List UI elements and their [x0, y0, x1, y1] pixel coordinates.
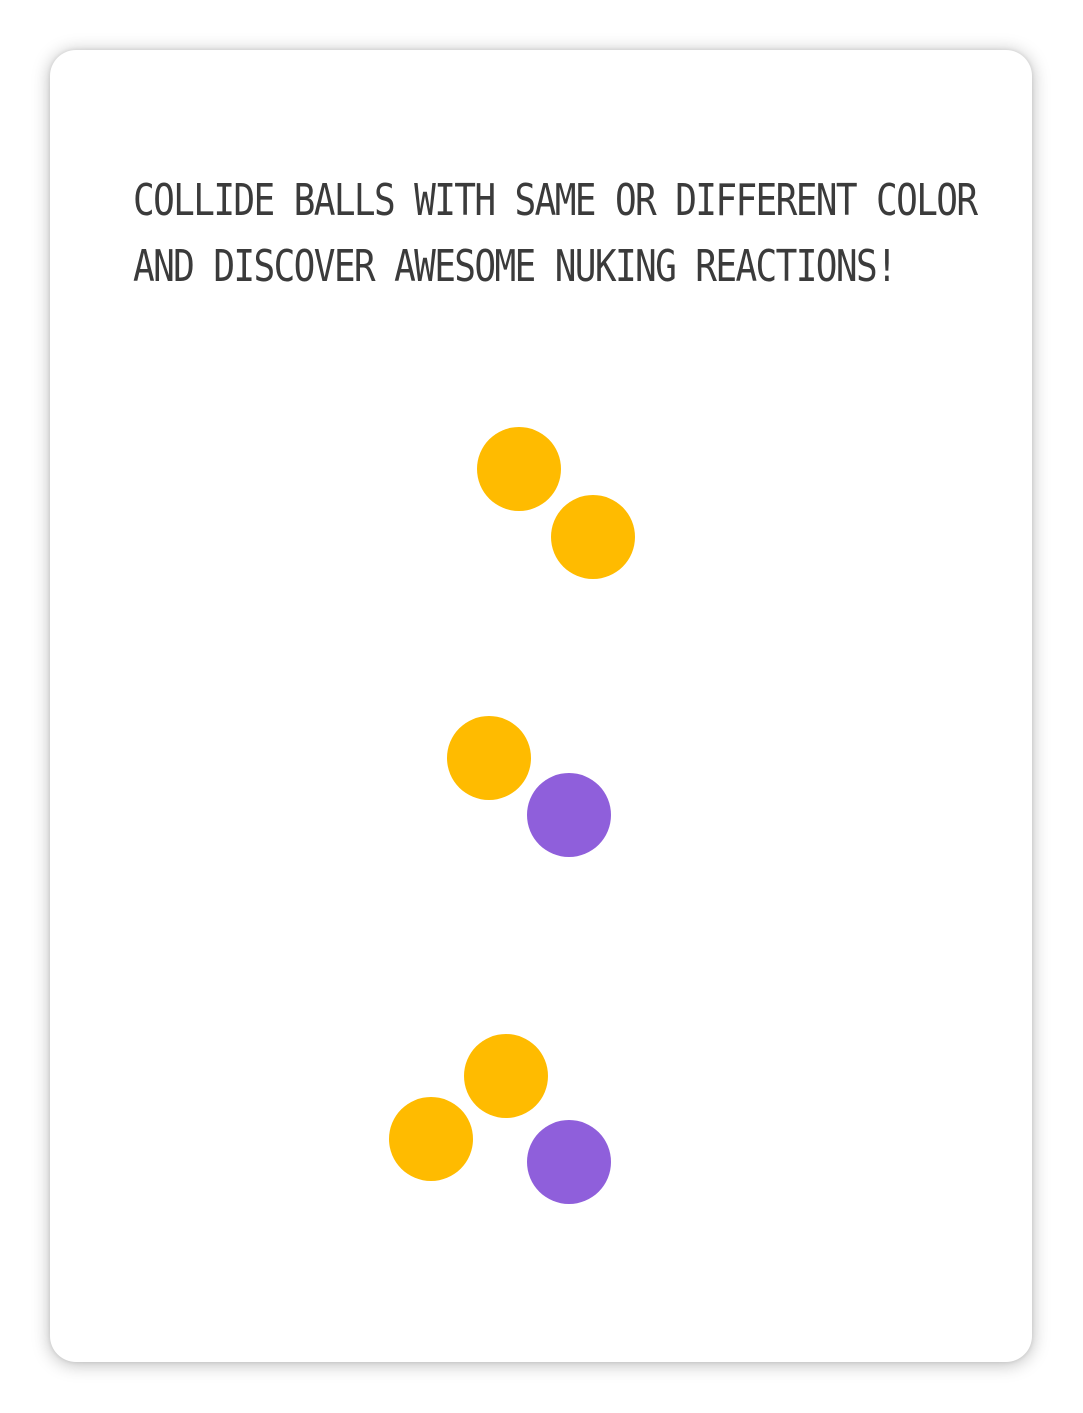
- purple-ball: [527, 773, 611, 857]
- yellow-ball: [389, 1097, 473, 1181]
- instruction-line-1: COLLIDE BALLS WITH SAME OR DIFFERENT COL…: [133, 175, 978, 226]
- yellow-ball: [551, 495, 635, 579]
- tutorial-card: COLLIDE BALLS WITH SAME OR DIFFERENT COL…: [50, 50, 1032, 1362]
- instruction-text: COLLIDE BALLS WITH SAME OR DIFFERENT COL…: [133, 168, 978, 300]
- tutorial-screen: COLLIDE BALLS WITH SAME OR DIFFERENT COL…: [0, 0, 1083, 1413]
- yellow-ball: [447, 716, 531, 800]
- yellow-ball: [477, 427, 561, 511]
- yellow-ball: [464, 1034, 548, 1118]
- purple-ball: [527, 1120, 611, 1204]
- instruction-line-2: AND DISCOVER AWESOME NUKING REACTIONS!: [133, 241, 898, 292]
